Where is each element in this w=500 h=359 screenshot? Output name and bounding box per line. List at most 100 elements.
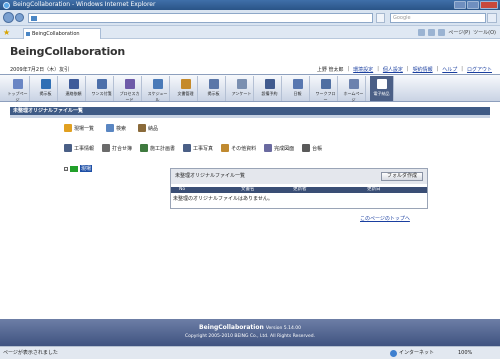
- window-controls: [454, 1, 498, 9]
- current-date: 2009年7月2日（木）友引: [10, 67, 70, 73]
- col-updated-by[interactable]: 更新者: [293, 187, 307, 193]
- zoom-level[interactable]: 100%: [458, 347, 472, 359]
- env-settings-link[interactable]: 環境設定: [353, 66, 373, 73]
- toolbar-label: 電子納品: [373, 91, 390, 96]
- primary-menu-item-1[interactable]: 検索: [106, 124, 126, 132]
- document-menu-item-5[interactable]: 完成図面: [264, 144, 294, 152]
- tab-bar: ★ BeingCollaboration ページ(P) ツール(O): [0, 26, 500, 39]
- toolbar-label: ワンス付箋: [91, 91, 112, 96]
- toolbar-item-2[interactable]: 連絡依頼: [62, 76, 86, 101]
- toolbar-icon: [180, 79, 191, 89]
- document-menu-item-1[interactable]: 打合せ簿: [102, 144, 132, 152]
- app-header: BeingCollaboration 2009年7月2日（木）友引 上野 管太郎…: [0, 40, 500, 74]
- col-no[interactable]: No: [179, 187, 185, 193]
- close-button[interactable]: [480, 1, 498, 9]
- toolbar-icon: [124, 79, 135, 89]
- tree-collapse-icon[interactable]: -: [64, 166, 68, 171]
- toolbar-item-12[interactable]: ホームページ: [342, 76, 366, 102]
- toolbar-item-13[interactable]: 電子納品: [370, 76, 394, 101]
- primary-menu-label: 現場一覧: [74, 125, 95, 132]
- feeds-icon[interactable]: [428, 29, 436, 36]
- toolbar-label: ワークフロー: [315, 91, 336, 102]
- toolbar-item-0[interactable]: トップページ: [6, 76, 30, 102]
- browser-tab[interactable]: BeingCollaboration: [23, 28, 101, 39]
- primary-menu-label: 検索: [116, 125, 127, 132]
- app-toolbar: トップページ 掲示板 連絡依頼 ワンス付箋 プロセスカード スケジュール 文書管理 掲示板 アン…: [0, 74, 500, 102]
- command-bar: ページ(P) ツール(O): [418, 28, 496, 38]
- contract-info-link[interactable]: 契約情報: [413, 66, 433, 73]
- toolbar-icon: [152, 79, 163, 89]
- folder-icon: [70, 165, 78, 172]
- primary-menu-icon: [138, 124, 147, 132]
- toolbar-item-7[interactable]: 掲示板: [202, 76, 226, 101]
- home-icon[interactable]: [418, 29, 426, 36]
- security-zone: インターネット: [390, 347, 434, 359]
- document-menu-icon: [183, 144, 192, 152]
- toolbar-item-11[interactable]: ワークフロー: [314, 76, 338, 102]
- document-menu-item-0[interactable]: 工事情報: [64, 144, 94, 152]
- search-input[interactable]: Google: [390, 13, 486, 23]
- toolbar-label: 設備予約: [261, 91, 278, 96]
- toolbar-icon: [264, 79, 275, 89]
- help-link[interactable]: ヘルプ: [442, 66, 457, 73]
- document-menu-item-4[interactable]: その他資料: [221, 144, 256, 152]
- primary-menu-item-2[interactable]: 納品: [138, 124, 158, 132]
- create-folder-button[interactable]: フォルダ作成: [381, 172, 423, 181]
- document-menu-label: その他資料: [231, 145, 257, 152]
- logout-link[interactable]: ログアウト: [467, 66, 492, 73]
- document-menu-label: 工事情報: [74, 145, 95, 152]
- forward-icon[interactable]: [15, 13, 24, 22]
- document-menu-label: 工事写真: [193, 145, 214, 152]
- search-icon[interactable]: [487, 13, 497, 23]
- toolbar-icon: [348, 79, 359, 89]
- url-input[interactable]: [28, 13, 373, 23]
- print-icon[interactable]: [438, 29, 446, 36]
- primary-menu-icon: [106, 124, 115, 132]
- toolbar-item-6[interactable]: 文書管理: [174, 76, 198, 101]
- primary-menu-item-0[interactable]: 現場一覧: [64, 124, 94, 132]
- toolbar-icon: [40, 79, 51, 89]
- refresh-icon[interactable]: [376, 13, 385, 23]
- toolbar-icon: [376, 79, 387, 89]
- minimize-button[interactable]: [454, 1, 466, 9]
- personal-settings-link[interactable]: 個人設定: [383, 66, 403, 73]
- document-menu-item-6[interactable]: 台帳: [302, 144, 322, 152]
- toolbar-item-8[interactable]: アンケート: [230, 76, 254, 101]
- document-menu-icon: [264, 144, 273, 152]
- app-footer: BeingCollaboration Version 5.14.00 Copyr…: [0, 319, 500, 346]
- favorites-star-icon[interactable]: ★: [3, 29, 11, 37]
- toolbar-item-3[interactable]: ワンス付箋: [90, 76, 114, 101]
- document-menu-icon: [221, 144, 230, 152]
- site-tree: - 現場: [64, 165, 93, 172]
- toolbar-icon: [68, 79, 79, 89]
- tools-menu[interactable]: ツール(O): [473, 28, 496, 38]
- toolbar-item-1[interactable]: 掲示板: [34, 76, 58, 101]
- toolbar-item-9[interactable]: 設備予約: [258, 76, 282, 101]
- toolbar-label: スケジュール: [147, 91, 168, 102]
- toolbar-item-5[interactable]: スケジュール: [146, 76, 170, 102]
- document-menu-item-3[interactable]: 工事写真: [183, 144, 213, 152]
- primary-menu-label: 納品: [148, 125, 159, 132]
- toolbar-label: アンケート: [231, 91, 252, 96]
- document-menu-label: 施工計画書: [150, 145, 176, 152]
- toolbar-icon: [208, 79, 219, 89]
- tree-item-site[interactable]: 現場: [80, 165, 93, 172]
- document-menu-icon: [302, 144, 311, 152]
- col-doc-name[interactable]: 文書名: [241, 187, 255, 193]
- maximize-button[interactable]: [467, 1, 479, 9]
- toolbar-label: プロセスカード: [119, 91, 140, 102]
- toolbar-icon: [320, 79, 331, 89]
- back-icon[interactable]: [3, 12, 14, 23]
- toolbar-label: 文書管理: [177, 91, 194, 96]
- window-titlebar: BeingCollaboration - Windows Internet Ex…: [0, 0, 500, 10]
- status-text: ページが表示されました: [3, 350, 58, 356]
- toolbar-label: 日報: [293, 91, 302, 96]
- toolbar-item-4[interactable]: プロセスカード: [118, 76, 142, 102]
- col-updated-date[interactable]: 更新日: [367, 187, 381, 193]
- document-menu-item-2[interactable]: 施工計画書: [140, 144, 175, 152]
- footer-brand: BeingCollaboration Version 5.14.00: [199, 324, 301, 331]
- page-menu[interactable]: ページ(P): [448, 28, 470, 38]
- app-logo: BeingCollaboration: [10, 45, 126, 58]
- page-top-link[interactable]: このページのトップへ: [360, 215, 410, 222]
- toolbar-item-10[interactable]: 日報: [286, 76, 310, 101]
